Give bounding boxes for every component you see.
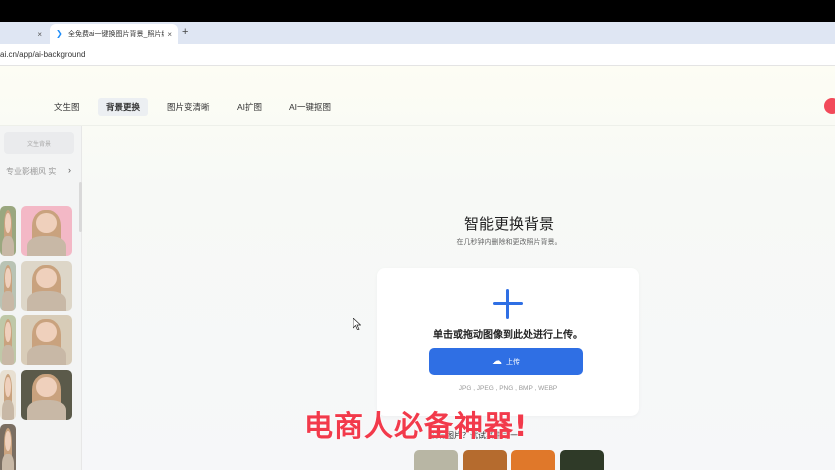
background-thumbnail[interactable] xyxy=(21,261,72,311)
supported-formats: JPG , JPEG , PNG , BMP , WEBP xyxy=(458,385,558,392)
close-icon[interactable]: × xyxy=(37,30,42,39)
sidebar: 文生背景 专业影棚风 实 › xyxy=(0,126,82,470)
tab-label: 全免费ai一键换图片背景_照片编 xyxy=(68,31,164,38)
background-thumbnail[interactable] xyxy=(21,315,72,365)
upload-button[interactable]: ☁ 上传 xyxy=(429,348,583,375)
page-title: 智能更换背景 xyxy=(463,216,554,233)
screen: × ❯ 全免费ai一键换图片背景_照片编 × + ai.cn/app/ai-ba… xyxy=(0,0,835,470)
mouse-cursor-icon xyxy=(353,318,361,330)
text-to-background-button[interactable]: 文生背景 xyxy=(4,132,74,154)
top-nav: 文生图 背景更换 图片变清晰 AI扩图 AI一键抠图 xyxy=(0,86,835,126)
background-thumbnail[interactable] xyxy=(0,370,16,420)
sample-image[interactable] xyxy=(511,450,555,470)
browser-tab-bar: × ❯ 全免费ai一键换图片背景_照片编 × xyxy=(0,22,835,44)
top-black-bar xyxy=(0,0,835,22)
upload-dropzone[interactable]: 单击或拖动图像到此处进行上传。 ☁ 上传 JPG , JPEG , PNG , … xyxy=(377,268,639,416)
background-thumbnail[interactable] xyxy=(0,315,16,365)
nav-item-ai-expand[interactable]: AI扩图 xyxy=(229,98,270,116)
background-thumbnail[interactable] xyxy=(0,261,16,311)
new-tab-button[interactable]: + xyxy=(182,26,188,38)
browser-tab-inactive[interactable]: × xyxy=(0,24,48,44)
url-text[interactable]: ai.cn/app/ai-background xyxy=(0,50,85,59)
background-thumbnail[interactable] xyxy=(21,370,72,420)
nav-item-background-replace[interactable]: 背景更换 xyxy=(98,98,149,116)
address-bar[interactable]: ai.cn/app/ai-background xyxy=(0,44,835,66)
nav-item-image-enhance[interactable]: 图片变清晰 xyxy=(159,98,218,116)
browser-tab-active[interactable]: ❯ 全免费ai一键换图片背景_照片编 × xyxy=(50,24,178,44)
sample-image[interactable] xyxy=(560,450,604,470)
sample-image[interactable] xyxy=(463,450,507,470)
nav-item-ai-cutout[interactable]: AI一键抠图 xyxy=(281,98,339,116)
plus-icon xyxy=(493,289,523,319)
background-thumbnail[interactable] xyxy=(0,424,16,470)
upload-button-label: 上传 xyxy=(506,358,520,366)
cloud-upload-icon: ☁ xyxy=(492,355,502,367)
close-icon[interactable]: × xyxy=(167,30,172,39)
favicon-icon: ❯ xyxy=(56,29,63,38)
avatar[interactable] xyxy=(824,98,835,114)
overlay-caption: 电商人必备神器! xyxy=(304,409,529,443)
nav-item-text-to-image[interactable]: 文生图 xyxy=(46,98,88,116)
upload-prompt: 单击或拖动图像到此处进行上传。 xyxy=(433,330,583,341)
sample-image[interactable] xyxy=(414,450,458,470)
page-subtitle: 在几秒钟内删除和更改照片背景。 xyxy=(456,239,562,246)
style-categories[interactable]: 专业影棚风 实 xyxy=(6,166,56,177)
chevron-right-icon[interactable]: › xyxy=(68,165,71,175)
